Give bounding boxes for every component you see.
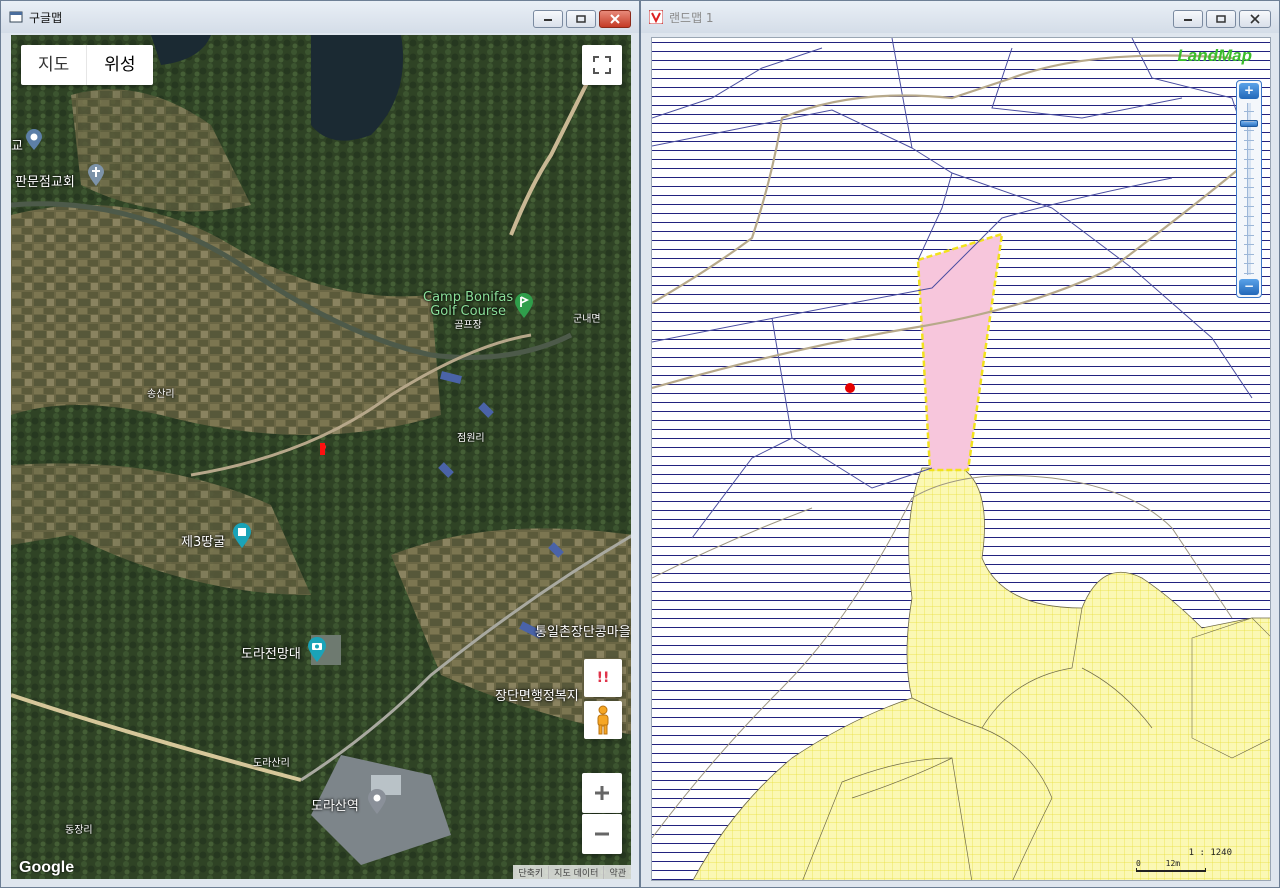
cadastral-map[interactable]: LandMap + − 1 : 1240 0 12m xyxy=(651,37,1271,881)
zoom-in-icon xyxy=(595,786,609,800)
satellite-imagery xyxy=(11,35,631,879)
zoom-tick xyxy=(1244,196,1254,198)
close-icon xyxy=(610,14,620,24)
map-type-satellite-button[interactable]: 위성 xyxy=(87,45,152,85)
church-pin-icon[interactable] xyxy=(87,163,105,187)
zoom-tick xyxy=(1244,158,1254,160)
place-label-gunnae: 군내면 xyxy=(573,314,601,325)
fullscreen-icon xyxy=(593,56,611,74)
golf-label-line1: Camp Bonifas xyxy=(423,290,514,305)
zoom-tick xyxy=(1244,272,1254,274)
map-type-control: 지도 위성 xyxy=(21,45,153,85)
zoom-tick xyxy=(1244,139,1254,141)
scale-length: 12m xyxy=(1165,859,1181,868)
place-label-golf[interactable]: Camp Bonifas Golf Course 골프장 xyxy=(423,291,513,333)
place-label-tongil[interactable]: 통일촌장단콩마을 xyxy=(535,621,631,640)
place-label-church[interactable]: 판문점교회 xyxy=(15,171,75,190)
zoom-in-button[interactable] xyxy=(582,773,622,813)
zoom-tick xyxy=(1244,120,1254,122)
place-label-tunnel[interactable]: 제3땅굴 xyxy=(181,531,225,550)
place-label-songsan: 송산리 xyxy=(147,389,175,400)
place-label-dorasan-station[interactable]: 도라산역 xyxy=(311,795,359,814)
maximize-button[interactable] xyxy=(1206,10,1236,28)
landmap-titlebar[interactable]: 랜드맵 1 xyxy=(641,1,1279,33)
place-label-jangdan[interactable]: 장단면행정복지 xyxy=(495,685,579,704)
landmap-logo-icon xyxy=(649,10,663,24)
satellite-map[interactable]: 지도 위성 교 판문점교회 Camp Bonifas Golf Course 골… xyxy=(11,35,631,879)
zoom-tick xyxy=(1244,130,1254,131)
minimize-icon xyxy=(1184,19,1192,21)
zoom-in-icon: + xyxy=(1243,83,1255,97)
place-label-dongjang: 동장리 xyxy=(65,825,93,836)
golf-pin-icon[interactable] xyxy=(514,293,534,319)
landmap-logo: LandMap xyxy=(1177,46,1252,65)
maximize-icon xyxy=(1216,15,1226,23)
station-pin-icon[interactable] xyxy=(367,789,387,815)
close-icon xyxy=(1250,14,1260,24)
zoom-track[interactable] xyxy=(1247,103,1251,275)
window-icon xyxy=(9,11,23,23)
zoom-tick xyxy=(1244,168,1254,169)
cadastral-map-canvas xyxy=(652,38,1270,880)
place-label-observatory[interactable]: 도라전망대 xyxy=(241,643,301,662)
close-button[interactable] xyxy=(599,10,631,28)
landmark-pin-icon[interactable] xyxy=(232,523,252,549)
zoom-tick xyxy=(1244,149,1254,150)
zoom-tick xyxy=(1244,111,1254,112)
scale-ratio: 1 : 1240 xyxy=(1188,848,1232,858)
footer-shortcuts-link[interactable]: 단축키 xyxy=(513,866,548,879)
golf-label-line2: Golf Course xyxy=(430,304,506,319)
zoom-tick xyxy=(1244,206,1254,207)
alert-icon: !! xyxy=(596,670,610,686)
zoom-out-button[interactable] xyxy=(582,814,622,854)
footer-terms-link[interactable]: 약관 xyxy=(603,865,631,879)
camera-pin-icon[interactable] xyxy=(307,637,327,663)
minimize-button[interactable] xyxy=(1173,10,1203,28)
map-footer: 단축키 지도 데이터 약관 xyxy=(513,865,631,879)
zoom-tick xyxy=(1244,187,1254,188)
scale-line xyxy=(1136,868,1206,872)
map-type-map-button[interactable]: 지도 xyxy=(21,45,86,85)
zoom-in-button[interactable]: + xyxy=(1239,83,1259,99)
minimize-icon xyxy=(544,19,552,21)
zoom-tick xyxy=(1244,225,1254,226)
alert-button[interactable]: !! xyxy=(584,659,622,697)
landmap-window: 랜드맵 1 LandMap + − 1: 1240 0 12m xyxy=(640,0,1280,888)
zoom-tick xyxy=(1244,177,1254,179)
zoom-out-icon xyxy=(595,832,609,836)
golf-label-sub: 골프장 xyxy=(454,320,482,331)
window-title: 랜드맵 1 xyxy=(669,10,714,25)
place-label-jeomwon: 점원리 xyxy=(457,433,485,444)
school-pin-icon[interactable] xyxy=(25,129,43,151)
scale-bar: 0 12m xyxy=(1136,859,1232,872)
place-label-church-partial: 교 xyxy=(11,139,23,154)
zoom-out-button[interactable]: − xyxy=(1239,279,1259,295)
zoom-tick xyxy=(1244,215,1254,217)
window-title: 구글맵 xyxy=(29,10,63,25)
street-view-button[interactable] xyxy=(584,701,622,739)
zoom-out-icon: − xyxy=(1243,279,1255,293)
close-button[interactable] xyxy=(1239,10,1271,28)
zoom-tick xyxy=(1244,244,1254,245)
zoom-tick xyxy=(1244,263,1254,264)
fullscreen-button[interactable] xyxy=(582,45,622,85)
minimize-button[interactable] xyxy=(533,10,563,28)
zoom-slider[interactable]: + − xyxy=(1236,80,1262,298)
footer-map-data-link[interactable]: 지도 데이터 xyxy=(548,865,603,879)
maximize-button[interactable] xyxy=(566,10,596,28)
maximize-icon xyxy=(576,15,586,23)
google-map-titlebar[interactable]: 구글맵 xyxy=(1,1,639,33)
scale-zero: 0 xyxy=(1136,859,1141,868)
zoom-tick xyxy=(1244,234,1254,236)
google-map-window: 구글맵 지도 위성 교 판문점교회 Camp Bonifas Golf Cour… xyxy=(0,0,640,888)
google-logo[interactable]: Google xyxy=(19,859,74,877)
place-label-dorasan-ri: 도라산리 xyxy=(253,758,290,769)
zoom-tick xyxy=(1244,253,1254,255)
pegman-icon xyxy=(597,705,609,735)
